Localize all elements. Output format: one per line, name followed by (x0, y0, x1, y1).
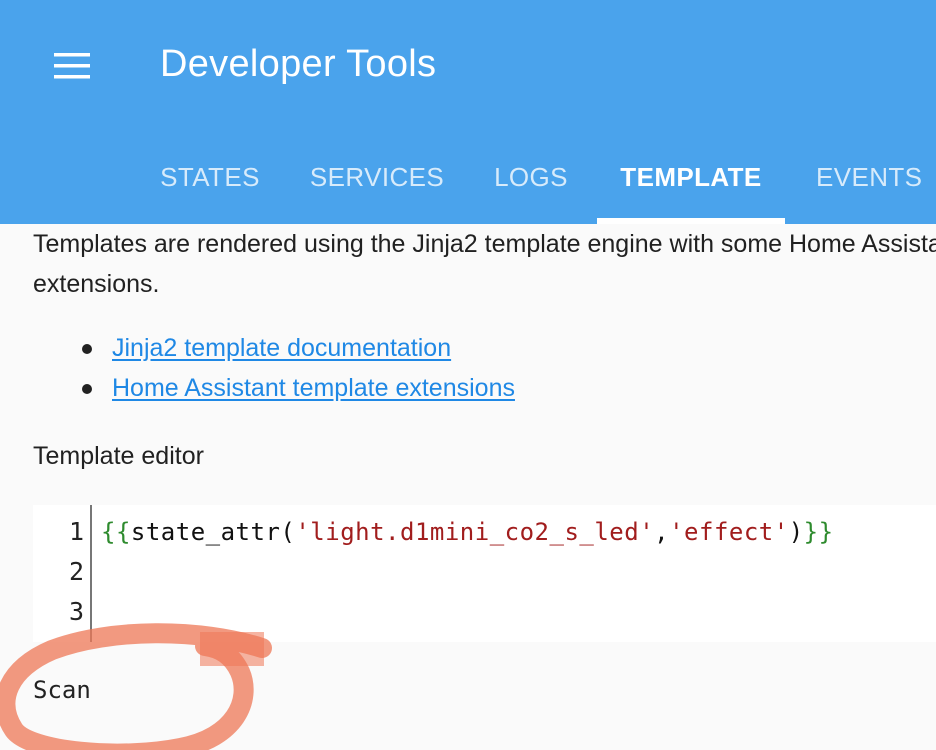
line-number: 1 (68, 517, 84, 546)
jinja2-docs-link[interactable]: Jinja2 template documentation (112, 334, 451, 362)
tab-bar: STATES SERVICES LOGS TEMPLATE EVENTS (0, 130, 936, 224)
template-editor-label: Template editor (33, 442, 204, 470)
intro-text: Templates are rendered using the Jinja2 … (33, 224, 936, 304)
code-string-attribute: 'effect' (669, 518, 789, 546)
intro-line-1: Templates are rendered using the Jinja2 … (33, 230, 936, 258)
tab-template[interactable]: TEMPLATE (597, 130, 785, 224)
code-close-paren: ) (788, 518, 804, 546)
tab-states[interactable]: STATES (140, 130, 280, 224)
code-string-entity: 'light.d1mini_co2_s_led' (295, 518, 655, 546)
intro-line-2: extensions. (33, 270, 160, 298)
app-header: Developer Tools STATES SERVICES LOGS TEM… (0, 0, 936, 224)
list-item: Home Assistant template extensions (33, 368, 515, 408)
template-panel: Templates are rendered using the Jinja2 … (0, 224, 936, 750)
template-editor[interactable]: 1 2 3 {{state_attr('light.d1mini_co2_s_l… (33, 505, 936, 642)
developer-tools-page: Developer Tools STATES SERVICES LOGS TEM… (0, 0, 936, 750)
tab-logs[interactable]: LOGS (476, 130, 586, 224)
tab-services[interactable]: SERVICES (298, 130, 456, 224)
code-comma: , (654, 518, 670, 546)
list-item: Jinja2 template documentation (33, 328, 515, 368)
code-close-braces: }} (803, 518, 834, 546)
app-title: Developer Tools (160, 43, 437, 85)
code-function: state_attr (130, 518, 281, 546)
template-result: Scan (33, 676, 91, 704)
code-open-braces: {{ (101, 518, 131, 546)
menu-icon (54, 53, 90, 79)
line-number: 2 (68, 557, 84, 586)
code-line-1[interactable]: {{state_attr('light.d1mini_co2_s_led','e… (101, 512, 834, 552)
code-open-paren: ( (280, 518, 296, 546)
menu-button[interactable] (40, 38, 104, 94)
ha-template-extensions-link[interactable]: Home Assistant template extensions (112, 374, 515, 402)
doc-links-list: Jinja2 template documentation Home Assis… (33, 328, 515, 408)
tab-events[interactable]: EVENTS (800, 130, 936, 224)
line-number: 3 (68, 597, 84, 626)
line-number-gutter: 1 2 3 (33, 505, 92, 642)
